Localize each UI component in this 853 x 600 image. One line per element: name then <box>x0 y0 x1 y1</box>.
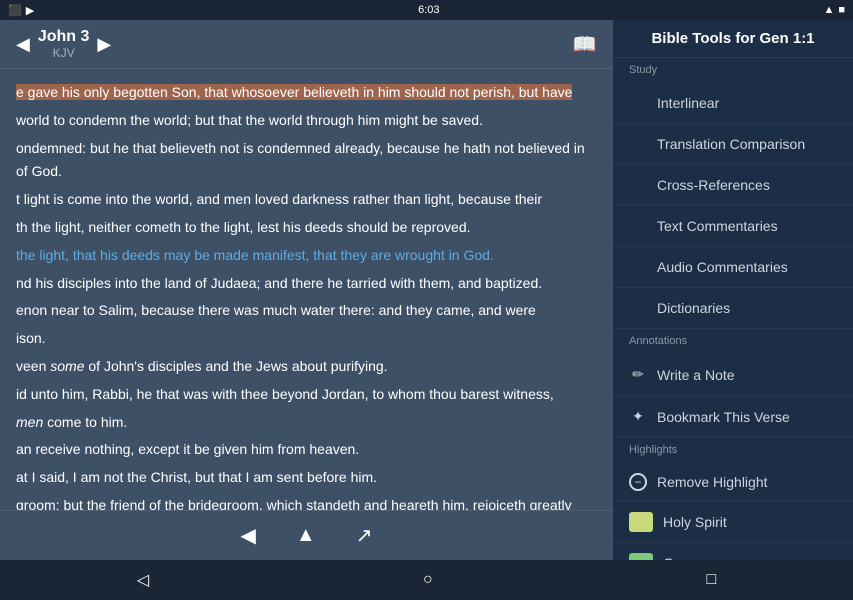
bible-panel: ◀ John 3 KJV ▶ 📖 e gave his only begotte… <box>0 20 613 560</box>
status-time: 6:03 <box>418 4 439 16</box>
verse-12: men come to him. <box>16 411 597 435</box>
verse-13: an receive nothing, except it be given h… <box>16 438 597 462</box>
android-recent-button[interactable]: □ <box>706 571 716 589</box>
verse-14: at I said, I am not the Christ, but that… <box>16 466 597 490</box>
dict-label: Dictionaries <box>657 300 730 316</box>
sidebar-item-dictionaries[interactable]: Dictionaries <box>613 288 853 329</box>
bookmark-item[interactable]: ✦ Bookmark This Verse <box>613 396 853 438</box>
bottom-toolbar: ◀ ▲ ↗ <box>0 510 613 560</box>
bible-version: KJV <box>38 46 90 60</box>
android-home-button[interactable]: ○ <box>423 571 433 589</box>
verse-10: veen some of John's disciples and the Je… <box>16 355 597 379</box>
status-bar: ⬛▶ 6:03 ▲■ <box>0 0 853 20</box>
write-note-label: Write a Note <box>657 367 735 383</box>
verse-1: e gave his only begotten Son, that whoso… <box>16 81 597 105</box>
highlights-section-label: Highlights <box>613 438 853 459</box>
holy-spirit-color <box>629 512 653 532</box>
grace-color <box>629 553 653 560</box>
bookmark-label: Bookmark This Verse <box>657 409 790 425</box>
tools-panel: Bible Tools for Gen 1:1 Study Interlinea… <box>613 20 853 560</box>
status-left-icons: ⬛▶ <box>8 4 34 17</box>
remove-highlight-label: Remove Highlight <box>657 474 768 490</box>
tools-title: Bible Tools for Gen 1:1 <box>629 30 837 47</box>
holy-spirit-label: Holy Spirit <box>663 514 727 530</box>
verse-8: enon near to Salim, because there was mu… <box>16 299 597 323</box>
verse-3: ondemned: but he that believeth not is c… <box>16 137 597 185</box>
verse-6: the light, that his deeds may be made ma… <box>16 244 597 268</box>
book-icon[interactable]: 📖 <box>572 32 597 57</box>
bible-nav: ◀ John 3 KJV ▶ <box>16 28 111 60</box>
tools-header: Bible Tools for Gen 1:1 <box>613 20 853 58</box>
android-back-button[interactable]: ◁ <box>137 570 149 590</box>
remove-highlight-item[interactable]: − Remove Highlight <box>613 463 853 502</box>
verse-15: groom: but the friend of the bridegroom,… <box>16 494 597 510</box>
pencil-icon: ✏ <box>629 366 647 383</box>
verse-7: nd his disciples into the land of Judaea… <box>16 272 597 296</box>
verse-2: world to condemn the world; but that the… <box>16 109 597 133</box>
book-title: John 3 <box>38 28 90 46</box>
verse-11: id unto him, Rabbi, he that was with the… <box>16 383 597 407</box>
audio-comm-label: Audio Commentaries <box>657 259 788 275</box>
bible-header: ◀ John 3 KJV ▶ 📖 <box>0 20 613 69</box>
annotations-section-label: Annotations <box>613 329 853 350</box>
bible-text: e gave his only begotten Son, that whoso… <box>0 69 613 510</box>
sidebar-item-audio-commentaries[interactable]: Audio Commentaries <box>613 247 853 288</box>
remove-highlight-icon: − <box>629 473 647 491</box>
study-section-label: Study <box>613 58 853 79</box>
text-comm-label: Text Commentaries <box>657 218 778 234</box>
up-button[interactable]: ▲ <box>296 524 316 547</box>
write-note-item[interactable]: ✏ Write a Note <box>613 354 853 396</box>
android-nav-bar: ◁ ○ □ <box>0 560 853 600</box>
verse-5: th the light, neither cometh to the ligh… <box>16 216 597 240</box>
cross-ref-label: Cross-References <box>657 177 770 193</box>
share-button[interactable]: ↗ <box>356 523 373 548</box>
sidebar-item-cross-references[interactable]: Cross-References <box>613 165 853 206</box>
holy-spirit-item[interactable]: Holy Spirit <box>613 502 853 543</box>
sidebar-item-text-commentaries[interactable]: Text Commentaries <box>613 206 853 247</box>
translation-label: Translation Comparison <box>657 136 805 152</box>
status-right-icons: ▲■ <box>823 4 845 16</box>
back-button[interactable]: ◀ <box>241 523 256 548</box>
bookmark-icon: ✦ <box>629 408 647 425</box>
grace-item[interactable]: Grace <box>613 543 853 560</box>
sidebar-item-translation-comparison[interactable]: Translation Comparison <box>613 124 853 165</box>
prev-arrow[interactable]: ◀ <box>16 34 30 55</box>
next-arrow[interactable]: ▶ <box>97 34 111 55</box>
verse-4: t light is come into the world, and men … <box>16 188 597 212</box>
sidebar-item-interlinear[interactable]: Interlinear <box>613 83 853 124</box>
interlinear-label: Interlinear <box>657 95 719 111</box>
verse-9: ison. <box>16 327 597 351</box>
